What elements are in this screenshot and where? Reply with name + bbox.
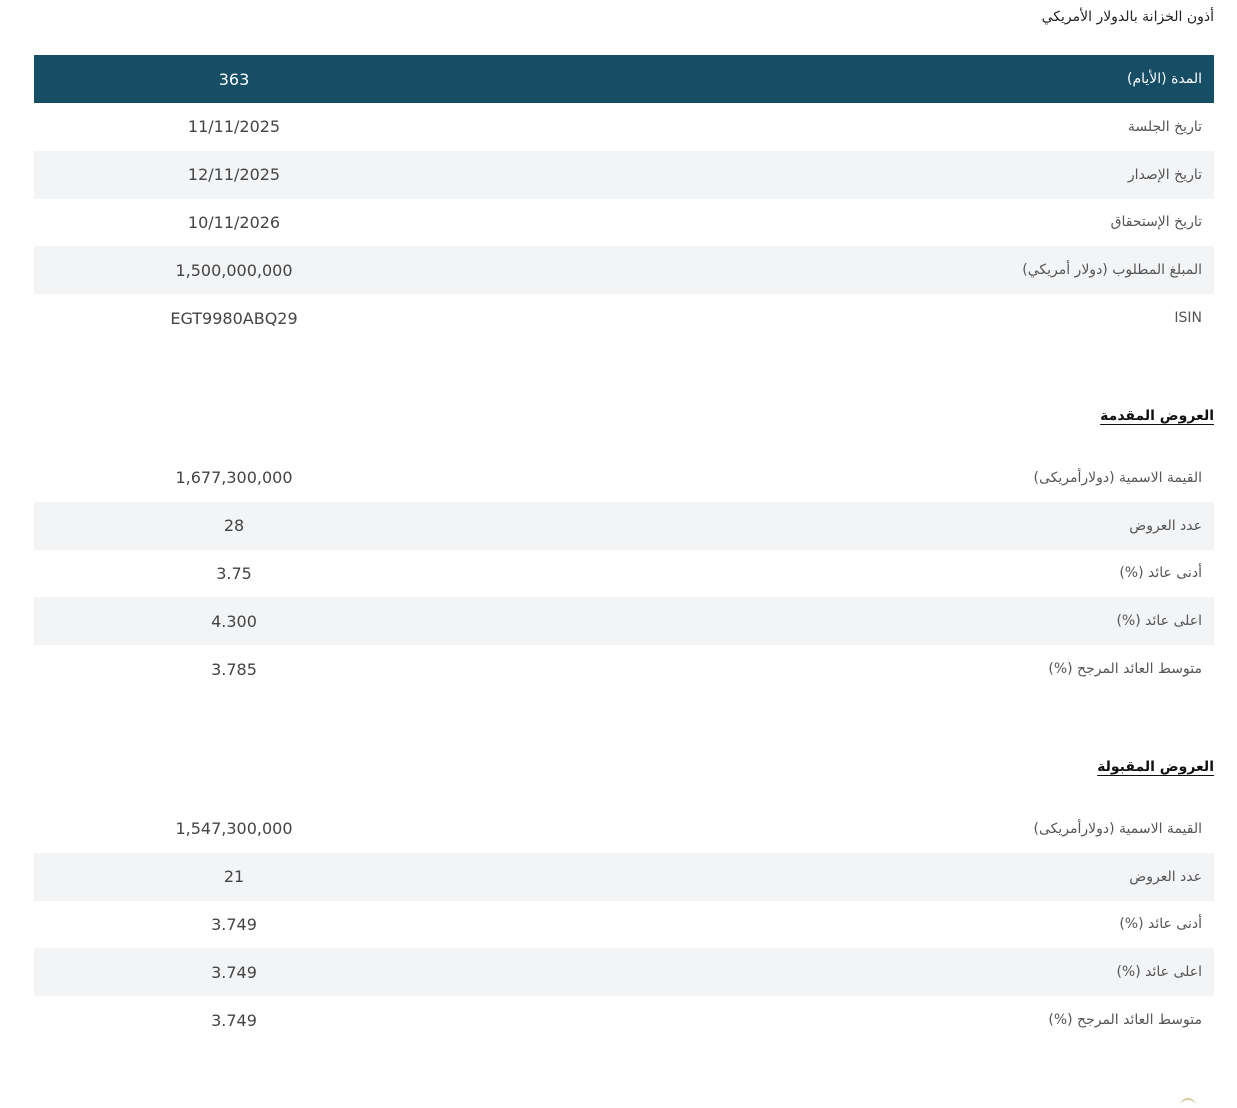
table-row-maturity-date: تاريخ الإستحقاق 10/11/2026 bbox=[34, 199, 1214, 247]
row-value: 3.749 bbox=[211, 962, 257, 982]
row-value: 1,500,000,000 bbox=[175, 260, 293, 280]
row-value: 3.749 bbox=[211, 914, 257, 934]
row-value: 3.749 bbox=[211, 1010, 257, 1030]
section-title-submitted-bids: العروض المقدمة bbox=[1100, 408, 1214, 424]
row-value: 3.785 bbox=[211, 659, 257, 679]
row-value: 4.300 bbox=[211, 611, 257, 631]
table-row-session-date: تاريخ الجلسة 11/11/2025 bbox=[34, 103, 1214, 151]
table-row-weighted-avg-yield: متوسط العائد المرجح (%) 3.749 bbox=[34, 996, 1214, 1044]
accepted-bids-table: القيمة الاسمية (دولارأمريكى) 1,547,300,0… bbox=[34, 805, 1214, 1044]
row-value: 3.75 bbox=[216, 563, 252, 583]
table-row-min-yield: أدنى عائد (%) 3.75 bbox=[34, 550, 1214, 598]
row-label: القيمة الاسمية (دولارأمريكى) bbox=[1033, 469, 1202, 486]
table-row-weighted-avg-yield: متوسط العائد المرجح (%) 3.785 bbox=[34, 645, 1214, 693]
section-title-accepted-bids: العروض المقبولة bbox=[1097, 759, 1214, 775]
decorative-arc-icon bbox=[1180, 1098, 1196, 1108]
table-row-min-yield: أدنى عائد (%) 3.749 bbox=[34, 901, 1214, 949]
table-row-isin: ISIN EGT9980ABQ29 bbox=[34, 294, 1214, 342]
table-row-issue-date: تاريخ الإصدار 12/11/2025 bbox=[34, 150, 1214, 199]
row-label: القيمة الاسمية (دولارأمريكى) bbox=[1033, 820, 1202, 837]
row-label: أدنى عائد (%) bbox=[1119, 565, 1202, 582]
table-row-max-yield: اعلى عائد (%) 4.300 bbox=[34, 597, 1214, 646]
row-value: 10/11/2026 bbox=[187, 212, 281, 232]
row-value: 1,677,300,000 bbox=[175, 468, 293, 488]
table-row-max-yield: اعلى عائد (%) 3.749 bbox=[34, 948, 1214, 997]
details-table: المدة (الأيام) 363 تاريخ الجلسة 11/11/20… bbox=[34, 55, 1214, 342]
table-row-bid-count: عدد العروض 21 bbox=[34, 852, 1214, 901]
row-value: 12/11/2025 bbox=[187, 165, 281, 185]
row-label: تاريخ الإصدار bbox=[1127, 166, 1202, 183]
row-value: EGT9980ABQ29 bbox=[170, 308, 298, 328]
table-header-row: المدة (الأيام) 363 bbox=[34, 55, 1214, 103]
table-row-face-value: القيمة الاسمية (دولارأمريكى) 1,677,300,0… bbox=[34, 454, 1214, 502]
row-label: تاريخ الجلسة bbox=[1127, 118, 1202, 135]
header-label-duration: المدة (الأيام) bbox=[1126, 71, 1202, 87]
row-value: 11/11/2025 bbox=[187, 117, 281, 137]
row-label: تاريخ الإستحقاق bbox=[1110, 214, 1202, 231]
page-title: أذون الخزانة بالدولار الأمريكي bbox=[1041, 9, 1214, 25]
row-value: 28 bbox=[223, 516, 245, 536]
row-label: عدد العروض bbox=[1129, 517, 1202, 534]
table-row-bid-count: عدد العروض 28 bbox=[34, 501, 1214, 550]
row-label: متوسط العائد المرجح (%) bbox=[1048, 1012, 1202, 1029]
submitted-bids-table: القيمة الاسمية (دولارأمريكى) 1,677,300,0… bbox=[34, 454, 1214, 693]
row-label: متوسط العائد المرجح (%) bbox=[1048, 661, 1202, 678]
row-label: اعلى عائد (%) bbox=[1116, 613, 1202, 630]
row-value: 1,547,300,000 bbox=[175, 819, 293, 839]
table-row-face-value: القيمة الاسمية (دولارأمريكى) 1,547,300,0… bbox=[34, 805, 1214, 853]
row-label: أدنى عائد (%) bbox=[1119, 916, 1202, 933]
table-row-amount-required: المبلغ المطلوب (دولار أمريكي) 1,500,000,… bbox=[34, 246, 1214, 295]
row-value: 21 bbox=[223, 867, 245, 887]
row-label: ISIN bbox=[1174, 310, 1202, 327]
row-label: عدد العروض bbox=[1129, 868, 1202, 885]
row-label: اعلى عائد (%) bbox=[1116, 964, 1202, 981]
header-value-duration: 363 bbox=[218, 69, 250, 89]
row-label: المبلغ المطلوب (دولار أمريكي) bbox=[1022, 262, 1202, 279]
